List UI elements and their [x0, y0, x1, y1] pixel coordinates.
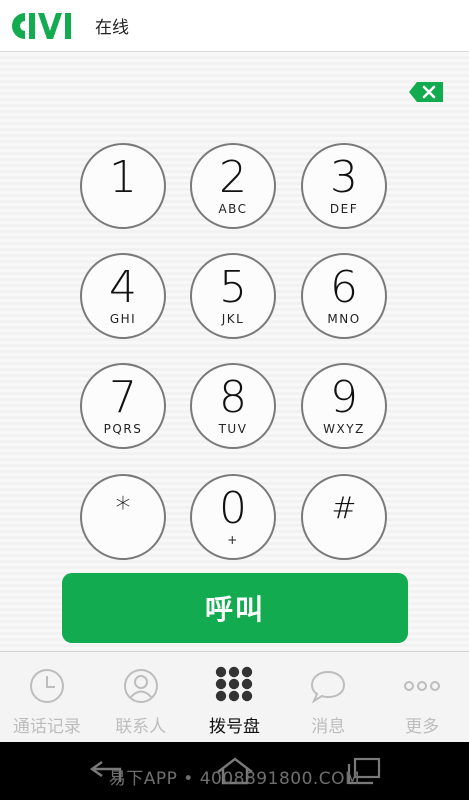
more-dots-icon [404, 681, 441, 691]
key-letters: ABC [218, 202, 248, 216]
tab-contacts[interactable]: 联系人 [94, 652, 188, 742]
contact-icon [123, 669, 158, 703]
call-button[interactable]: 呼叫 [62, 573, 408, 643]
key-3[interactable]: 3 DEF [301, 143, 387, 229]
top-bar: 在线 [0, 0, 469, 52]
clock-icon [29, 669, 64, 703]
key-digit: 6 [330, 262, 358, 313]
key-digit: 0 [219, 483, 247, 534]
key-digit: 3 [330, 152, 358, 203]
key-letters: + [227, 533, 239, 547]
backspace-icon[interactable] [409, 82, 443, 102]
uivi-logo [12, 12, 71, 39]
key-4[interactable]: 4 GHI [80, 253, 166, 339]
key-digit: 7 [109, 372, 137, 423]
tab-label: 更多 [405, 717, 440, 737]
key-8[interactable]: 8 TUV [190, 363, 276, 449]
dialpad-icon [216, 666, 253, 702]
tab-more[interactable]: 更多 [375, 652, 469, 742]
key-star[interactable]: * [80, 474, 166, 560]
key-7[interactable]: 7 PQRS [80, 363, 166, 449]
tab-label: 消息 [311, 717, 346, 737]
online-status: 在线 [95, 18, 129, 38]
key-2[interactable]: 2 ABC [190, 143, 276, 229]
key-digit: 1 [109, 152, 137, 203]
key-6[interactable]: 6 MNO [301, 253, 387, 339]
tab-dialpad[interactable]: 拨号盘 [188, 652, 282, 742]
key-digit: 5 [219, 262, 247, 313]
key-letters: MNO [327, 312, 361, 326]
tab-messages[interactable]: 消息 [281, 652, 375, 742]
key-5[interactable]: 5 JKL [190, 253, 276, 339]
key-digit: # [331, 491, 357, 526]
key-0[interactable]: 0 + [190, 474, 276, 560]
tab-label: 通话记录 [12, 717, 81, 737]
key-digit: * [115, 491, 131, 526]
key-letters: GHI [109, 312, 137, 326]
key-9[interactable]: 9 WXYZ [301, 363, 387, 449]
watermark-text: 易下APP • 4008891800.COM [108, 769, 361, 789]
bottom-tab-bar: 通话记录 联系人 拨号盘 消息 更多 [0, 651, 469, 742]
tab-label: 联系人 [115, 717, 167, 737]
key-digit: 8 [219, 372, 247, 423]
key-digit: 4 [109, 262, 137, 313]
key-letters: PQRS [103, 422, 143, 436]
key-hash[interactable]: # [301, 474, 387, 560]
key-letters: TUV [218, 422, 248, 436]
key-digit: 2 [219, 152, 247, 203]
tab-label: 拨号盘 [208, 717, 260, 737]
chat-bubble-icon [311, 670, 346, 704]
key-letters: JKL [221, 312, 245, 326]
key-1[interactable]: 1 [80, 143, 166, 229]
tab-call-log[interactable]: 通话记录 [0, 652, 94, 742]
key-digit: 9 [330, 372, 358, 423]
key-letters: WXYZ [323, 422, 365, 436]
system-nav-bar: 易下APP • 4008891800.COM [0, 742, 469, 800]
key-letters: DEF [329, 202, 359, 216]
